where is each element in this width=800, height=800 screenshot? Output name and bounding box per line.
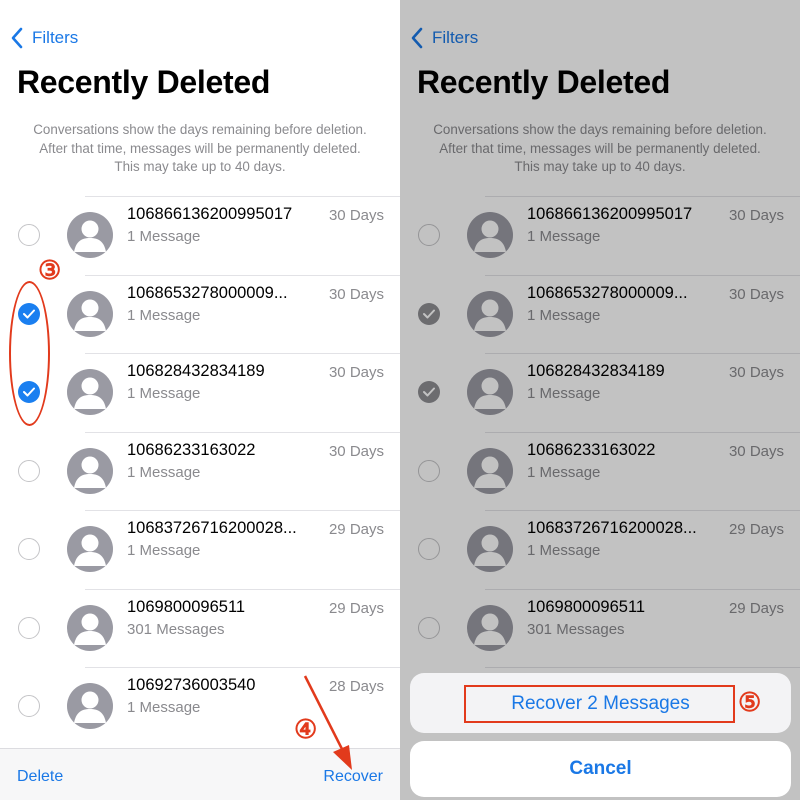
arrow-to-recover-icon [303,675,352,770]
step-5-marker: ⑤ [738,687,762,717]
recover-highlight-box [464,685,735,723]
